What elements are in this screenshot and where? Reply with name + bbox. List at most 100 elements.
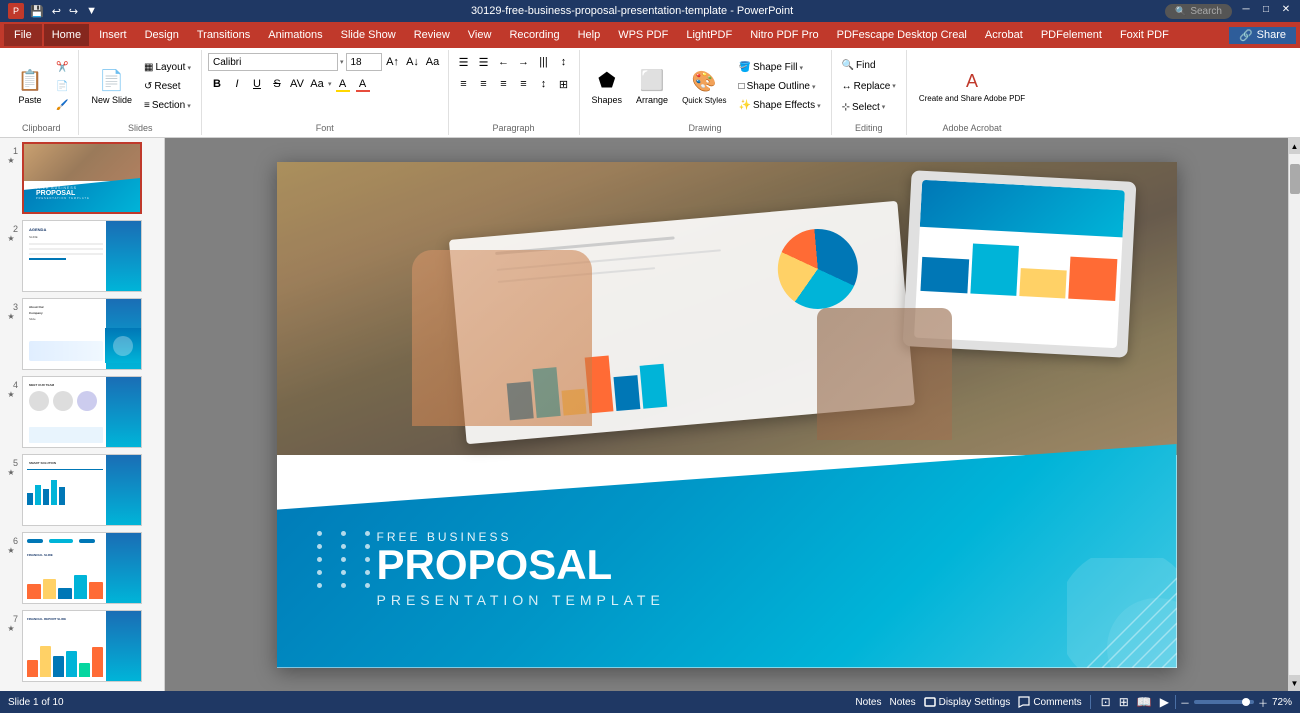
text-direction-button[interactable]: ↕ [555, 53, 573, 71]
save-button[interactable]: 💾 [28, 4, 46, 19]
shape-outline-button[interactable]: □ Shape Outline ▾ [735, 78, 825, 96]
wpspdf-menu[interactable]: WPS PDF [610, 24, 676, 46]
lightpdf-menu[interactable]: LightPDF [678, 24, 740, 46]
close-button[interactable]: ✕ [1280, 4, 1292, 16]
animations-menu[interactable]: Animations [260, 24, 330, 46]
slides-panel[interactable]: 1 ★ FREE BUSINESS PROPOSAL PRESENTATION … [0, 138, 165, 691]
select-button[interactable]: ⊹ Select ▾ [838, 98, 900, 116]
format-painter-button[interactable]: 🖌️ [52, 97, 72, 115]
zoom-slider[interactable] [1194, 700, 1254, 704]
section-button[interactable]: ≡ Section ▾ [140, 97, 195, 115]
view-menu[interactable]: View [460, 24, 500, 46]
cut-button[interactable]: ✂️ [52, 59, 72, 77]
font-size-input[interactable] [346, 53, 382, 71]
decrease-font-button[interactable]: A↓ [404, 53, 422, 71]
normal-view-button[interactable]: ⊡ [1099, 695, 1113, 709]
increase-indent-button[interactable]: → [515, 53, 533, 71]
pdfescape-menu[interactable]: PDFescape Desktop Creal [829, 24, 975, 46]
font-dropdown-icon[interactable]: ▾ [340, 58, 344, 66]
text-case-button[interactable]: Aa [308, 75, 326, 93]
line-spacing-button[interactable]: ↕ [535, 75, 553, 93]
nitropdf-menu[interactable]: Nitro PDF Pro [742, 24, 826, 46]
slide-canvas[interactable]: FREE BUSINESS PROPOSAL PRESENTATION TEMP… [277, 162, 1177, 668]
undo-button[interactable]: ↩ [50, 4, 63, 19]
help-menu[interactable]: Help [570, 24, 609, 46]
scroll-up-button[interactable]: ▲ [1289, 138, 1300, 154]
increase-font-button[interactable]: A↑ [384, 53, 402, 71]
underline-button[interactable]: U [248, 75, 266, 93]
slideshow-menu[interactable]: Slide Show [333, 24, 404, 46]
slide-item-7[interactable]: 7 ★ FINANCIAL REPORT SLIDE [4, 610, 160, 682]
minimize-button[interactable]: ─ [1240, 4, 1252, 16]
slide-thumb-1[interactable]: FREE BUSINESS PROPOSAL PRESENTATION TEMP… [22, 142, 142, 214]
scroll-track[interactable] [1289, 154, 1300, 675]
display-settings-button[interactable]: Display Settings [924, 696, 1011, 708]
replace-dropdown[interactable]: ▾ [892, 82, 896, 90]
slide-thumb-2[interactable]: AGENDA SLIDE [22, 220, 142, 292]
home-menu[interactable]: Home [44, 24, 89, 46]
paste-button[interactable]: 📋 Paste [10, 64, 50, 109]
new-slide-button[interactable]: 📄 New Slide [85, 64, 138, 109]
layout-button[interactable]: ▦ Layout ▾ [140, 59, 195, 77]
insert-menu[interactable]: Insert [91, 24, 135, 46]
align-right-button[interactable]: ≡ [495, 75, 513, 93]
shape-outline-dropdown[interactable]: ▾ [812, 83, 816, 91]
shape-effects-button[interactable]: ✨ Shape Effects ▾ [735, 97, 825, 115]
reset-button[interactable]: ↺ Reset [140, 78, 195, 96]
font-name-input[interactable] [208, 53, 338, 71]
slide-item-1[interactable]: 1 ★ FREE BUSINESS PROPOSAL PRESENTATION … [4, 142, 160, 214]
review-menu[interactable]: Review [406, 24, 458, 46]
slideshow-view-button[interactable]: ▶ [1158, 695, 1171, 709]
bold-button[interactable]: B [208, 75, 226, 93]
numbering-button[interactable]: ☰ [475, 53, 493, 71]
scroll-thumb[interactable] [1290, 164, 1300, 194]
char-spacing-button[interactable]: AV [288, 75, 306, 93]
create-adobe-button[interactable]: A Create and Share Adobe PDF [913, 67, 1031, 107]
arrange-button[interactable]: ⬜ Arrange [630, 64, 674, 109]
comments-button[interactable]: Comments [1018, 696, 1081, 708]
slide-item-2[interactable]: 2 ★ AGENDA SLIDE [4, 220, 160, 292]
zoom-in-button[interactable]: ＋ [1258, 695, 1268, 710]
redo-button[interactable]: ↪ [67, 4, 80, 19]
align-left-button[interactable]: ≡ [455, 75, 473, 93]
zoom-level[interactable]: 72% [1272, 697, 1292, 708]
reading-view-button[interactable]: 📖 [1135, 695, 1154, 709]
recording-menu[interactable]: Recording [501, 24, 567, 46]
slide-thumb-4[interactable]: MEET OUR TEAM [22, 376, 142, 448]
slide-item-4[interactable]: 4 ★ MEET OUR TEAM [4, 376, 160, 448]
bullets-button[interactable]: ☰ [455, 53, 473, 71]
strikethrough-button[interactable]: S [268, 75, 286, 93]
slide-thumb-6[interactable]: FINANCIAL SLIDE [22, 532, 142, 604]
slide-thumb-7[interactable]: FINANCIAL REPORT SLIDE [22, 610, 142, 682]
foxit-menu[interactable]: Foxit PDF [1112, 24, 1177, 46]
pdfelement-menu[interactable]: PDFelement [1033, 24, 1110, 46]
font-color-button[interactable]: A [354, 75, 372, 93]
find-button[interactable]: 🔍 Find [838, 56, 900, 74]
decrease-indent-button[interactable]: ← [495, 53, 513, 71]
shape-fill-button[interactable]: 🪣 Shape Fill ▾ [735, 59, 825, 77]
notes-button[interactable]: Notes [855, 697, 881, 708]
shape-fill-dropdown[interactable]: ▾ [799, 64, 803, 72]
italic-button[interactable]: I [228, 75, 246, 93]
search-input[interactable]: Search [1190, 6, 1222, 17]
replace-button[interactable]: ↔ Replace ▾ [838, 77, 900, 95]
quick-styles-button[interactable]: 🎨 Quick Styles [676, 65, 732, 109]
maximize-button[interactable]: □ [1260, 4, 1272, 16]
text-columns-button[interactable]: ||| [535, 53, 553, 71]
file-menu[interactable]: File [4, 24, 42, 46]
share-button[interactable]: 🔗Share [1229, 27, 1296, 44]
slide-sorter-button[interactable]: ⊞ [1117, 695, 1131, 709]
clear-format-button[interactable]: Aa [424, 53, 442, 71]
transitions-menu[interactable]: Transitions [189, 24, 258, 46]
slide-item-3[interactable]: 3 ★ About Our Company Slide [4, 298, 160, 370]
smartart-button[interactable]: ⊞ [555, 75, 573, 93]
shape-effects-dropdown[interactable]: ▾ [817, 102, 821, 110]
scroll-down-button[interactable]: ▼ [1289, 675, 1300, 691]
slide-item-5[interactable]: 5 ★ SMART SOLUTION [4, 454, 160, 526]
align-center-button[interactable]: ≡ [475, 75, 493, 93]
select-dropdown[interactable]: ▾ [882, 103, 886, 111]
design-menu[interactable]: Design [137, 24, 187, 46]
customize-button[interactable]: ▼ [84, 4, 99, 18]
slide-thumb-3[interactable]: About Our Company Slide [22, 298, 142, 370]
copy-button[interactable]: 📄 [52, 78, 72, 96]
